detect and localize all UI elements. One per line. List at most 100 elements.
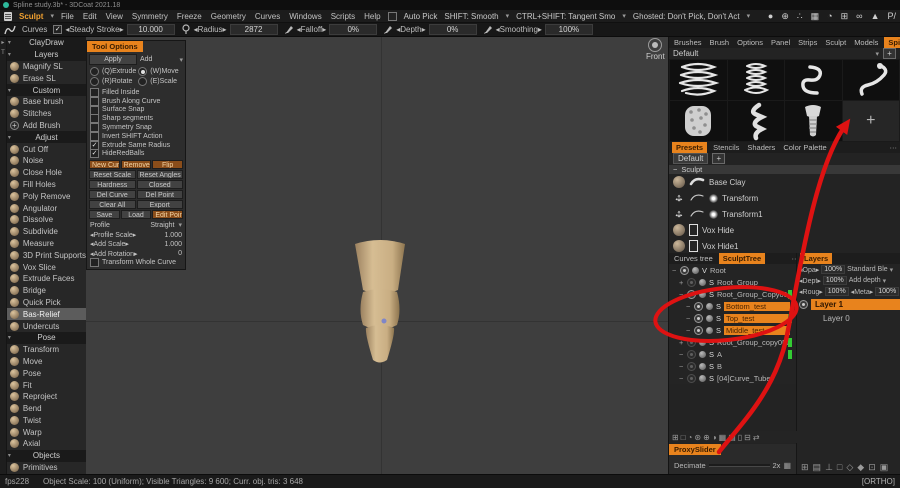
reset-scale-button[interactable]: Reset Scale bbox=[89, 170, 136, 179]
export-button[interactable]: Export bbox=[137, 200, 184, 209]
vertices-icon[interactable]: ∴ bbox=[797, 11, 803, 22]
checkbox-icon[interactable] bbox=[90, 114, 99, 123]
new-cur-button[interactable]: New Cur bbox=[89, 160, 120, 169]
field-label[interactable]: ◂Steady Stroke▸ bbox=[65, 25, 123, 34]
panel-icon[interactable]: ▤ bbox=[813, 462, 822, 473]
mode-selector[interactable]: Sculpt bbox=[19, 12, 43, 21]
hardness-button[interactable]: Hardness bbox=[89, 180, 136, 189]
swap-icon[interactable]: ⇄ bbox=[753, 433, 760, 442]
metal-value[interactable]: 100% bbox=[875, 287, 899, 296]
chevron-down-icon[interactable]: ▾ bbox=[50, 12, 54, 20]
projection-label[interactable]: [ORTHO] bbox=[862, 477, 895, 486]
numeric-value[interactable]: 1.000 bbox=[164, 232, 182, 239]
tab-options[interactable]: Options bbox=[735, 38, 765, 47]
tool-section-custom[interactable]: ▾Custom bbox=[7, 84, 86, 96]
magnifier-icon[interactable]: ⊕ bbox=[781, 11, 789, 22]
option-extrude-same-radius[interactable]: Extrude Same Radius bbox=[90, 141, 182, 150]
tree-row-root-group-copy01[interactable]: −SRoot_Group_Copy01 bbox=[669, 288, 796, 300]
visibility-eye-icon[interactable] bbox=[694, 314, 703, 323]
visibility-eye-icon[interactable] bbox=[687, 290, 696, 299]
chevron-down-icon[interactable]: ▾ bbox=[179, 56, 183, 64]
option-brush-along-curve[interactable]: Brush Along Curve bbox=[90, 97, 182, 106]
curve-stroke-icon[interactable] bbox=[4, 25, 16, 35]
tool-warp[interactable]: Warp bbox=[7, 426, 86, 438]
spine-thumb-coil-curl[interactable] bbox=[785, 60, 842, 100]
ghosted-mode-select[interactable]: Ghosted: Don't Pick, Don't Act bbox=[633, 12, 740, 21]
checkbox-icon[interactable] bbox=[90, 149, 99, 158]
checkbox-icon[interactable] bbox=[90, 132, 99, 141]
flip-button[interactable]: Flip bbox=[152, 160, 183, 169]
field-value[interactable]: 0% bbox=[329, 24, 377, 35]
tab-brushes[interactable]: Brushes bbox=[672, 38, 704, 47]
tool-move[interactable]: Move bbox=[7, 356, 86, 368]
tab-spines[interactable]: Spines bbox=[884, 37, 900, 48]
tool-twist[interactable]: Twist bbox=[7, 415, 86, 427]
preset-transform1[interactable]: Transform1 bbox=[669, 206, 900, 222]
panel-menu-icon[interactable]: ⋯ bbox=[890, 143, 898, 152]
tool-bend[interactable]: Bend bbox=[7, 403, 86, 415]
del-curve-button[interactable]: Del Curve bbox=[89, 190, 136, 199]
visibility-eye-icon[interactable] bbox=[694, 302, 703, 311]
option-hideredballs[interactable]: HideRedBalls bbox=[90, 150, 182, 159]
decimate-grid-icon[interactable]: ▦ bbox=[783, 461, 791, 470]
collapse-icon[interactable]: − bbox=[673, 165, 677, 174]
visibility-eye-icon[interactable] bbox=[694, 326, 703, 335]
menu-curves[interactable]: Curves bbox=[255, 12, 280, 21]
tree-row-root[interactable]: −VRoot bbox=[669, 264, 796, 276]
depth-value[interactable]: 100% bbox=[823, 276, 847, 285]
visibility-eye-icon[interactable] bbox=[687, 278, 696, 287]
diamond-on-icon[interactable]: ◆ bbox=[857, 462, 864, 473]
layer-label[interactable]: Layer 0 bbox=[799, 314, 850, 323]
load-button[interactable]: Load bbox=[121, 210, 152, 219]
grid-icon[interactable]: ▦ bbox=[719, 433, 727, 442]
tab-brush[interactable]: Brush bbox=[708, 38, 732, 47]
tree-row-top-test[interactable]: −STop_test bbox=[669, 312, 796, 324]
add-spine-button[interactable]: + bbox=[843, 101, 900, 141]
add-group-button[interactable]: + bbox=[883, 48, 896, 59]
profile-select[interactable]: Straight bbox=[150, 222, 174, 229]
menu-geometry[interactable]: Geometry bbox=[211, 12, 246, 21]
tab-presets[interactable]: Presets bbox=[672, 142, 707, 153]
visibility-eye-icon[interactable] bbox=[687, 374, 696, 383]
field-label[interactable]: ◂Radius▸ bbox=[194, 25, 227, 34]
tool-primitives[interactable]: Primitives bbox=[7, 462, 86, 474]
curve-point-marker[interactable] bbox=[382, 319, 387, 324]
visibility-eye-icon[interactable] bbox=[680, 266, 689, 275]
node-label[interactable]: Root_Group_copy0M bbox=[717, 338, 788, 347]
box-icon[interactable]: ▣ bbox=[880, 462, 889, 473]
tool-dissolve[interactable]: Dissolve bbox=[7, 214, 86, 226]
rough-value[interactable]: 100% bbox=[825, 287, 849, 296]
half-icon[interactable]: ◑ bbox=[712, 433, 717, 442]
field-value[interactable]: 2872 bbox=[230, 24, 278, 35]
tool-axial[interactable]: Axial bbox=[7, 438, 86, 450]
opacity-value[interactable]: 100% bbox=[821, 265, 845, 274]
rough-label[interactable]: ◂Roug▸ bbox=[799, 288, 823, 296]
tool-poly-remove[interactable]: Poly Remove bbox=[7, 190, 86, 202]
checkbox-icon[interactable] bbox=[90, 97, 99, 106]
add-view-icon[interactable]: ⊞ bbox=[801, 462, 809, 473]
option-filled-inside[interactable]: Filled Inside bbox=[90, 88, 182, 97]
radio-icon[interactable] bbox=[138, 77, 147, 86]
visibility-eye-icon[interactable] bbox=[687, 338, 696, 347]
tree-row-a[interactable]: −SA bbox=[669, 348, 796, 360]
depth-label[interactable]: ◂Dept▸ bbox=[799, 277, 821, 285]
tool-section-pose[interactable]: ▾Pose bbox=[7, 332, 86, 344]
depth-blend-select[interactable]: Add depth bbox=[849, 277, 881, 284]
checkbox-icon[interactable] bbox=[90, 106, 99, 115]
tab-strips[interactable]: Strips bbox=[796, 38, 819, 47]
target-icon[interactable]: ⊡ bbox=[868, 462, 876, 473]
node-label[interactable]: Top_test bbox=[724, 314, 790, 323]
tool-vox-slice[interactable]: Vox Slice bbox=[7, 261, 86, 273]
instances-icon[interactable]: ⊞ bbox=[841, 11, 849, 22]
chevron-down-icon[interactable]: ▾ bbox=[875, 50, 879, 58]
record-icon[interactable]: ● bbox=[768, 11, 773, 21]
numeric-value[interactable]: 1.000 bbox=[164, 241, 182, 248]
link-icon[interactable]: ∞ bbox=[856, 11, 862, 21]
file-icon[interactable]: ▯ bbox=[738, 433, 742, 442]
visibility-eye-icon[interactable] bbox=[799, 300, 808, 309]
folder-icon[interactable]: □ bbox=[681, 433, 686, 442]
chevron-down-icon[interactable]: ▾ bbox=[747, 12, 751, 20]
menu-symmetry[interactable]: Symmetry bbox=[132, 12, 168, 21]
tool-erase-sl[interactable]: Erase SL bbox=[7, 72, 86, 84]
tool-noise[interactable]: Noise bbox=[7, 155, 86, 167]
